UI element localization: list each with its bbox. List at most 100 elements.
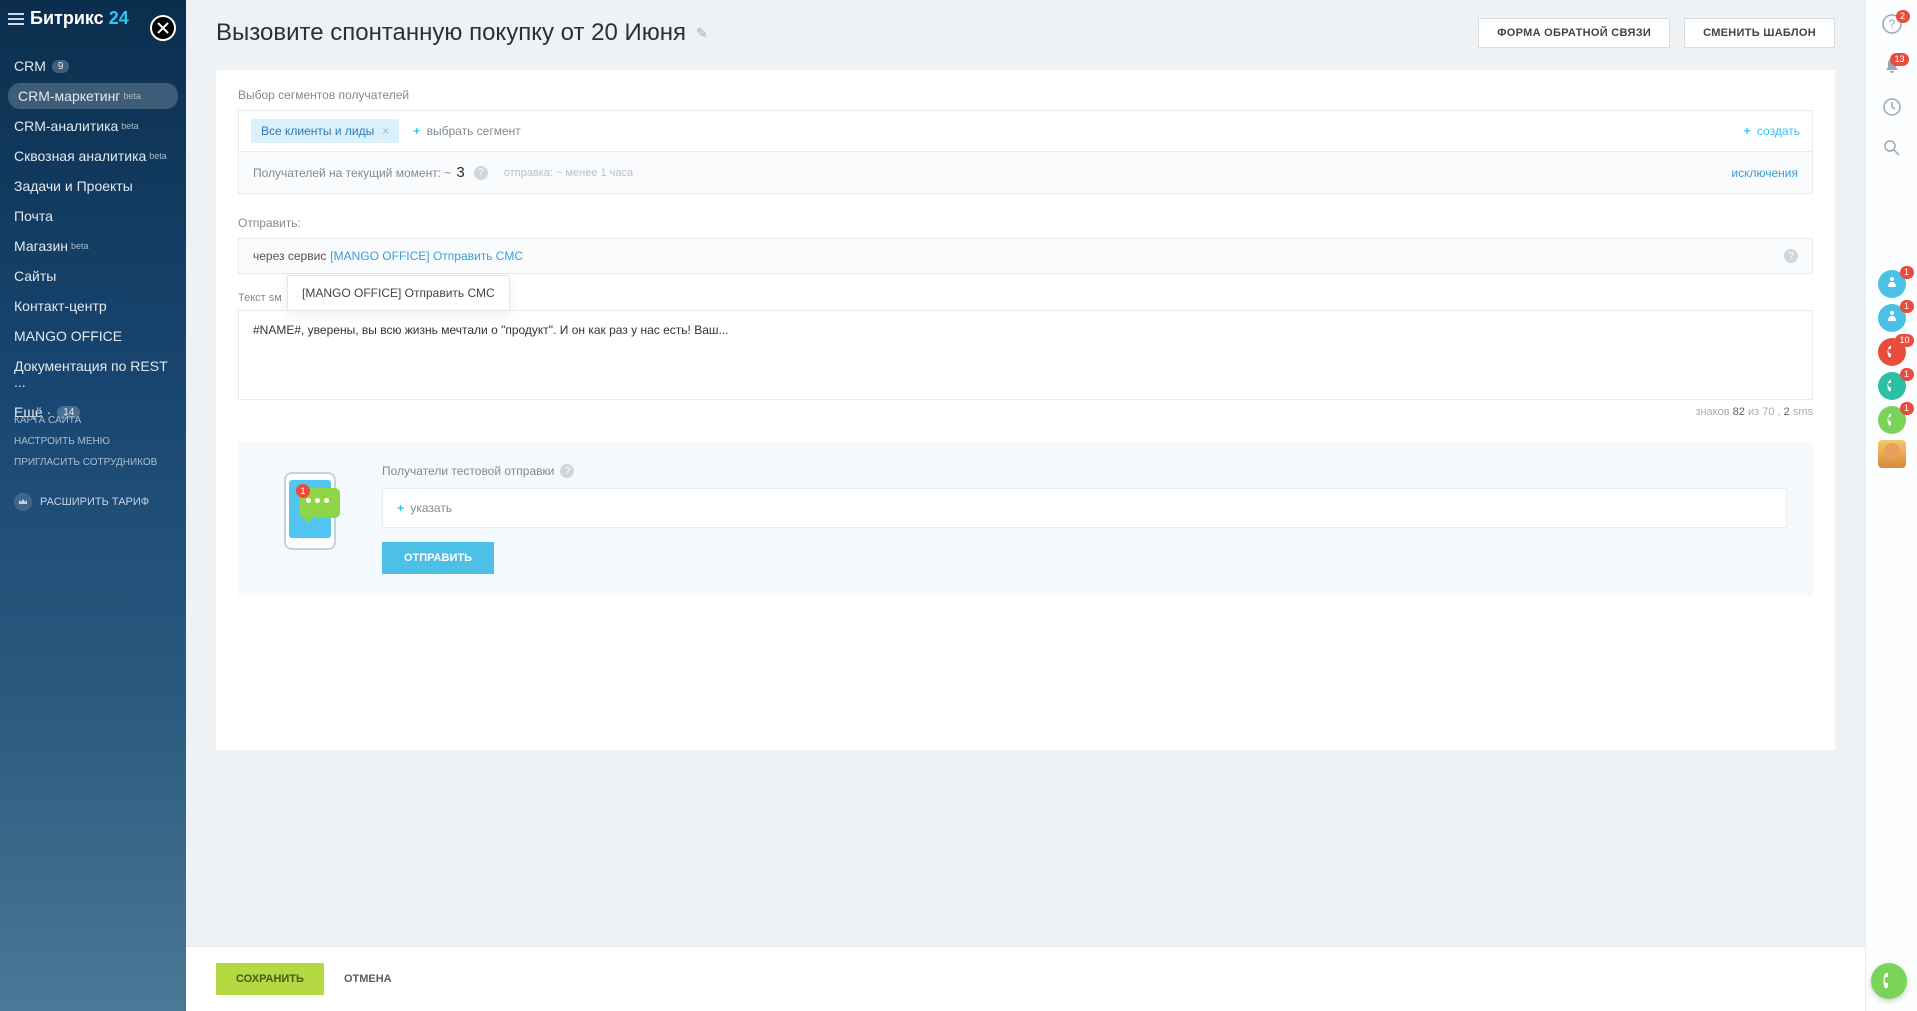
sending-time: отправка: ~ менее 1 часа: [504, 167, 633, 179]
contact-icon[interactable]: 1: [1878, 406, 1906, 434]
sidebar-item-sites[interactable]: Сайты: [0, 261, 186, 291]
cancel-button[interactable]: ОТМЕНА: [344, 973, 392, 985]
sidebar-item-mail[interactable]: Почта: [0, 201, 186, 231]
clock-icon[interactable]: [1883, 98, 1901, 121]
logo-suffix: 24: [109, 8, 129, 28]
sidebar-item-label: MANGO OFFICE: [14, 328, 122, 344]
footer-configure-menu[interactable]: НАСТРОИТЬ МЕНЮ: [14, 431, 172, 452]
sidebar-item-label: Контакт-центр: [14, 298, 107, 314]
segment-box: Все клиенты и лиды × + выбрать сегмент +…: [238, 110, 1813, 152]
add-segment-link[interactable]: + выбрать сегмент: [413, 124, 521, 138]
recipients-row: Получателей на текущий момент: ~ 3 ? отп…: [238, 152, 1813, 194]
search-icon[interactable]: [1883, 139, 1901, 162]
contact-badge: 10: [1895, 334, 1913, 347]
contact-icons: 1 1 10 1 1: [1878, 270, 1906, 468]
save-button[interactable]: СОХРАНИТЬ: [216, 963, 324, 995]
recipients-count: 3: [456, 164, 464, 181]
contact-icon[interactable]: 1: [1878, 372, 1906, 400]
bell-badge: 13: [1890, 53, 1908, 66]
sidebar: Битрикс 24 CRM 9 CRM-маркетинг beta CRM-…: [0, 0, 186, 1011]
beta-label: beta: [121, 121, 139, 131]
chip-close-icon[interactable]: ×: [382, 124, 389, 138]
help-icon[interactable]: ?: [1784, 249, 1798, 263]
contact-badge: 1: [1900, 368, 1914, 381]
expand-tariff-label: РАСШИРИТЬ ТАРИФ: [40, 496, 149, 508]
service-row: через сервис [MANGO OFFICE] Отправить СМ…: [238, 238, 1813, 274]
feedback-button[interactable]: ФОРМА ОБРАТНОЙ СВЯЗИ: [1478, 18, 1670, 48]
sidebar-item-mango-office[interactable]: MANGO OFFICE: [0, 321, 186, 351]
sidebar-item-label: CRM-маркетинг: [18, 88, 120, 104]
create-segment-link[interactable]: + создать: [1744, 124, 1800, 138]
bottom-bar: СОХРАНИТЬ ОТМЕНА: [186, 946, 1865, 1011]
contact-badge: 1: [1900, 300, 1914, 313]
service-dropdown[interactable]: [MANGO OFFICE] Отправить СМС: [287, 275, 510, 311]
contact-icon[interactable]: 1: [1878, 304, 1906, 332]
dropdown-option[interactable]: [MANGO OFFICE] Отправить СМС: [302, 286, 495, 300]
sidebar-item-through-analytics[interactable]: Сквозная аналитика beta: [0, 141, 186, 171]
help-icon[interactable]: ?: [560, 464, 574, 478]
footer-invite[interactable]: ПРИГЛАСИТЬ СОТРУДНИКОВ: [14, 452, 172, 473]
logo-text: Битрикс: [30, 8, 104, 28]
contact-icon[interactable]: 1: [1878, 270, 1906, 298]
phone-illustration: 1: [264, 464, 354, 554]
help-icon[interactable]: ?: [474, 166, 488, 180]
char-mid: из: [1748, 406, 1759, 418]
create-segment-label: создать: [1757, 124, 1800, 138]
sidebar-item-crm[interactable]: CRM 9: [0, 51, 186, 81]
svg-text:?: ?: [1888, 17, 1895, 31]
sidebar-item-rest-docs[interactable]: Документация по REST ...: [0, 351, 186, 397]
contact-icon[interactable]: 10: [1878, 338, 1906, 366]
specify-link[interactable]: + указать: [397, 501, 452, 515]
crown-icon: [14, 493, 32, 511]
beta-label: beta: [149, 151, 167, 161]
sidebar-item-label: Задачи и Проекты: [14, 178, 133, 194]
sidebar-item-label: Документация по REST ...: [14, 358, 172, 390]
avatar-icon[interactable]: [1878, 440, 1906, 468]
plus-icon: +: [413, 124, 420, 138]
bell-icon[interactable]: 13: [1883, 57, 1901, 80]
segments-label: Выбор сегментов получателей: [216, 88, 1835, 110]
plus-icon: +: [397, 501, 404, 515]
hamburger-icon[interactable]: [8, 13, 24, 25]
segment-chip[interactable]: Все клиенты и лиды ×: [251, 119, 399, 143]
test-label-text: Получатели тестовой отправки: [382, 464, 554, 478]
plus-icon: +: [1744, 124, 1751, 138]
sidebar-item-label: CRM: [14, 58, 46, 74]
sidebar-item-contact-center[interactable]: Контакт-центр: [0, 291, 186, 321]
sidebar-item-label: Сквозная аналитика: [14, 148, 146, 164]
edit-icon[interactable]: ✎: [696, 25, 708, 42]
service-prefix: через сервис: [253, 249, 326, 263]
change-template-button[interactable]: СМЕНИТЬ ШАБЛОН: [1684, 18, 1835, 48]
char-current: 82: [1733, 406, 1745, 418]
specify-box[interactable]: + указать: [382, 488, 1787, 528]
sidebar-footer: КАРТА САЙТА НАСТРОИТЬ МЕНЮ ПРИГЛАСИТЬ СО…: [0, 410, 186, 511]
specify-label: указать: [410, 501, 452, 515]
recipients-label: Получателей на текущий момент: ~: [253, 166, 451, 180]
char-prefix: знаков: [1695, 406, 1729, 418]
sidebar-item-tasks[interactable]: Задачи и Проекты: [0, 171, 186, 201]
char-counter: знаков 82 из 70 , 2 sms: [216, 400, 1835, 424]
expand-tariff[interactable]: РАСШИРИТЬ ТАРИФ: [14, 493, 172, 511]
sidebar-item-shop[interactable]: Магазин beta: [0, 231, 186, 261]
close-icon[interactable]: [150, 15, 176, 41]
help-badge: 2: [1896, 10, 1910, 23]
logo[interactable]: Битрикс 24: [30, 8, 129, 29]
char-limit: 70: [1762, 406, 1774, 418]
phone-notif-badge: 1: [296, 484, 310, 498]
sidebar-item-label: Почта: [14, 208, 53, 224]
sms-textarea[interactable]: #NAME#, уверены, вы всю жизнь мечтали о …: [238, 310, 1813, 400]
exclusions-link[interactable]: исключения: [1731, 166, 1798, 180]
sidebar-item-crm-analytics[interactable]: CRM-аналитика beta: [0, 111, 186, 141]
sidebar-item-label: Магазин: [14, 238, 68, 254]
help-icon[interactable]: ? 2: [1882, 14, 1902, 39]
test-send-button[interactable]: ОТПРАВИТЬ: [382, 542, 494, 574]
main: Вызовите спонтанную покупку от 20 Июня ✎…: [186, 0, 1865, 1011]
test-right: Получатели тестовой отправки ? + указать…: [382, 464, 1787, 574]
service-link[interactable]: [MANGO OFFICE] Отправить СМС: [330, 249, 523, 263]
sidebar-item-crm-marketing[interactable]: CRM-маркетинг beta: [8, 83, 178, 109]
fab-call-button[interactable]: [1871, 963, 1907, 999]
sidebar-item-label: CRM-аналитика: [14, 118, 118, 134]
beta-label: beta: [123, 91, 141, 101]
send-label: Отправить:: [216, 194, 1835, 238]
footer-sitemap[interactable]: КАРТА САЙТА: [14, 410, 172, 431]
